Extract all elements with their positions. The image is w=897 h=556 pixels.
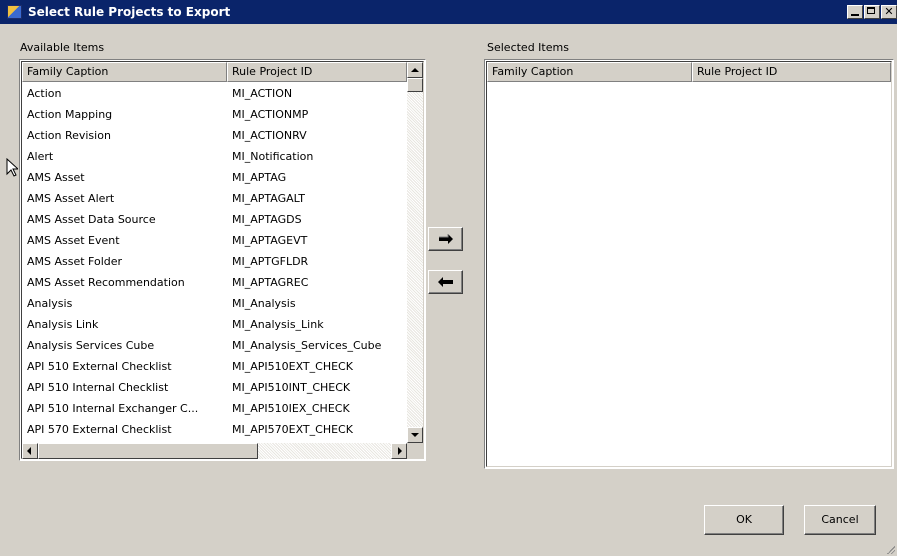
chevron-right-icon	[398, 447, 402, 455]
list-item[interactable]: AMS Asset Data Source MI_APTAGDS	[22, 209, 407, 230]
vertical-scroll-thumb[interactable]	[407, 78, 423, 92]
available-rows: Action MI_ACTION Action Mapping MI_ACTIONMP…	[22, 83, 407, 441]
column-header-rule-project-id[interactable]: Rule Project ID	[227, 62, 407, 82]
available-items-label: Available Items	[20, 41, 105, 54]
list-item[interactable]: Action Mapping MI_ACTIONMP	[22, 104, 407, 125]
minimize-button[interactable]	[847, 5, 863, 19]
rule-project-id-cell: MI_APTAGALT	[232, 192, 305, 205]
list-item[interactable]: Analysis MI_Analysis	[22, 293, 407, 314]
family-caption-cell: Action Revision	[27, 129, 111, 142]
maximize-icon	[867, 7, 875, 14]
add-selected-button[interactable]	[428, 227, 463, 251]
chevron-left-icon	[27, 447, 31, 455]
family-caption-cell: API 510 Internal Exchanger C...	[27, 402, 199, 415]
rule-project-id-cell: MI_Analysis	[232, 297, 296, 310]
horizontal-scrollbar[interactable]	[22, 443, 407, 459]
rule-project-id-cell: MI_ACTION	[232, 87, 293, 100]
list-item[interactable]: API 510 External Checklist MI_API510EXT_C…	[22, 356, 407, 377]
chevron-down-icon	[411, 433, 419, 437]
rule-project-id-cell: MI_APTAGEVT	[232, 234, 308, 247]
cancel-button[interactable]: Cancel	[804, 505, 876, 535]
rule-project-id-cell: MI_Notification	[232, 150, 314, 163]
rule-project-id-cell: MI_APTAGDS	[232, 213, 302, 226]
list-item[interactable]: AMS Asset Alert MI_APTAGALT	[22, 188, 407, 209]
selected-column-header-family-caption[interactable]: Family Caption	[487, 62, 692, 82]
list-item[interactable]: Action Revision MI_ACTIONRV	[22, 125, 407, 146]
scroll-left-button[interactable]	[22, 443, 38, 459]
list-item[interactable]: API 570 External Checklist MI_API570EXT_C…	[22, 419, 407, 440]
rule-project-id-cell: MI_API570EXT_CHECK	[232, 423, 353, 436]
rule-project-id-cell: MI_API510IEX_CHECK	[232, 402, 350, 415]
rule-project-id-cell: MI_APTAG	[232, 171, 287, 184]
available-items-list[interactable]: Family Caption Rule Project ID Action MI_…	[19, 59, 426, 461]
list-item[interactable]: AMS Asset MI_APTAG	[22, 167, 407, 188]
vertical-scrollbar[interactable]	[407, 62, 423, 443]
list-item[interactable]: AMS Asset Recommendation MI_APTAGREC	[22, 272, 407, 293]
family-caption-cell: Action	[27, 87, 62, 100]
arrow-left-icon	[438, 277, 453, 287]
title-bar[interactable]: Select Rule Projects to Export ✕	[0, 0, 897, 24]
column-header-family-caption[interactable]: Family Caption	[22, 62, 227, 82]
family-caption-cell: Analysis Services Cube	[27, 339, 155, 352]
rule-project-id-cell: MI_API510INT_CHECK	[232, 381, 351, 394]
maximize-button[interactable]	[864, 5, 880, 19]
family-caption-cell: AMS Asset Alert	[27, 192, 115, 205]
rule-project-id-cell: MI_Analysis_Link	[232, 318, 324, 331]
family-caption-cell: Analysis Link	[27, 318, 99, 331]
ok-button[interactable]: OK	[704, 505, 784, 535]
scroll-corner	[407, 443, 423, 459]
scroll-down-button[interactable]	[407, 427, 423, 443]
mouse-cursor-icon	[6, 158, 18, 177]
family-caption-cell: API 570 External Checklist	[27, 423, 172, 436]
list-item[interactable]: Analysis Services Cube MI_Analysis_Servic…	[22, 335, 407, 356]
family-caption-cell: API 510 External Checklist	[27, 360, 172, 373]
rule-project-id-cell: MI_APTAGREC	[232, 276, 309, 289]
scroll-up-button[interactable]	[407, 62, 423, 78]
close-button[interactable]: ✕	[881, 5, 897, 19]
rule-project-id-cell: MI_API510EXT_CHECK	[232, 360, 353, 373]
family-caption-cell: AMS Asset Recommendation	[27, 276, 185, 289]
family-caption-cell: Action Mapping	[27, 108, 113, 121]
list-item[interactable]: API 510 Internal Checklist MI_API510INT_C…	[22, 377, 407, 398]
rule-project-id-cell: MI_ACTIONRV	[232, 129, 307, 142]
rule-project-id-cell: MI_APTGFLDR	[232, 255, 309, 268]
family-caption-cell: AMS Asset Event	[27, 234, 120, 247]
minimize-icon	[851, 14, 859, 16]
resize-grip-icon[interactable]	[885, 544, 895, 554]
rule-project-id-cell: MI_Analysis_Services_Cube	[232, 339, 382, 352]
family-caption-cell: Analysis	[27, 297, 73, 310]
chevron-up-icon	[411, 68, 419, 72]
list-item[interactable]: Alert MI_Notification	[22, 146, 407, 167]
family-caption-cell: AMS Asset Folder	[27, 255, 123, 268]
scroll-right-button[interactable]	[391, 443, 407, 459]
family-caption-cell: AMS Asset Data Source	[27, 213, 156, 226]
family-caption-cell: API 510 Internal Checklist	[27, 381, 169, 394]
close-icon: ✕	[884, 5, 894, 18]
list-item[interactable]: Action MI_ACTION	[22, 83, 407, 104]
remove-selected-button[interactable]	[428, 270, 463, 294]
app-icon	[7, 5, 22, 19]
family-caption-cell: AMS Asset	[27, 171, 85, 184]
selected-column-header-rule-project-id[interactable]: Rule Project ID	[692, 62, 891, 82]
window-title: Select Rule Projects to Export	[28, 5, 231, 19]
rule-project-id-cell: MI_ACTIONMP	[232, 108, 309, 121]
family-caption-cell: Alert	[27, 150, 54, 163]
list-item[interactable]: API 510 Internal Exchanger C... MI_API510…	[22, 398, 407, 419]
selected-items-label: Selected Items	[487, 41, 569, 54]
arrow-right-icon	[439, 234, 453, 244]
list-item[interactable]: Analysis Link MI_Analysis_Link	[22, 314, 407, 335]
horizontal-scroll-thumb[interactable]	[38, 443, 258, 459]
list-item[interactable]: AMS Asset Event MI_APTAGEVT	[22, 230, 407, 251]
selected-items-list[interactable]: Family Caption Rule Project ID	[484, 59, 894, 469]
list-item[interactable]: AMS Asset Folder MI_APTGFLDR	[22, 251, 407, 272]
